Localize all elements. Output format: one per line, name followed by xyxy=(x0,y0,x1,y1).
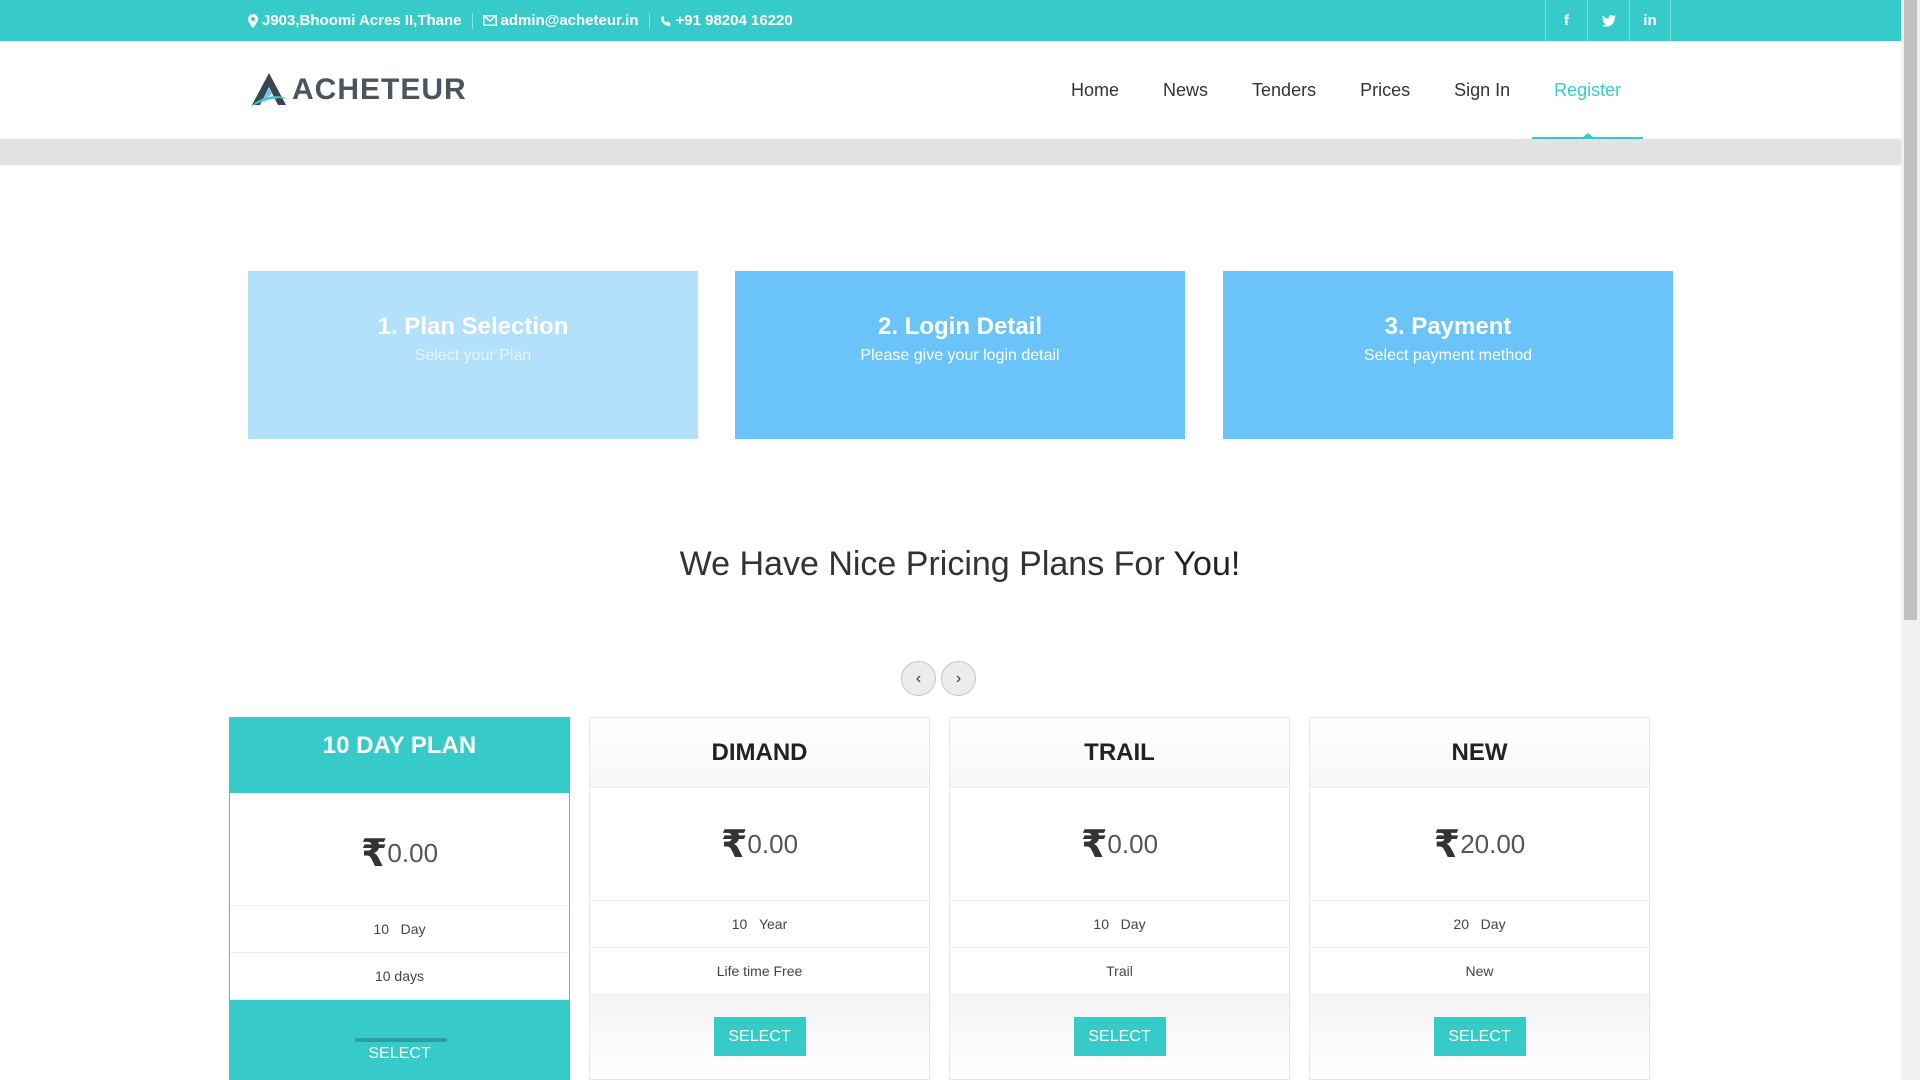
plan-description: Trail xyxy=(950,948,1289,995)
plan-footer: SELECT xyxy=(950,995,1289,1078)
heading-emphasis: You! xyxy=(1173,545,1241,583)
linkedin-icon[interactable]: in xyxy=(1629,0,1671,41)
divider xyxy=(648,12,650,29)
rupee-icon: ₹ xyxy=(720,823,748,866)
duration-unit: Day xyxy=(1120,916,1146,932)
plan-card-10-day: 10 DAY PLAN ₹0.00 10 Day 10 days SELECT xyxy=(229,717,570,1080)
step-title: 3. Payment xyxy=(1384,313,1512,340)
address-text: J903,Bhoomi Acres II,Thane xyxy=(262,12,462,29)
plan-footer: SELECT xyxy=(590,995,929,1078)
plan-duration: 10 Day xyxy=(950,901,1289,948)
price-value: 0.00 xyxy=(1107,828,1159,859)
price-value: 20.00 xyxy=(1460,828,1526,859)
duration-unit: Day xyxy=(400,921,426,937)
logo-text: ACHETEUR xyxy=(292,73,467,106)
plan-price: ₹20.00 xyxy=(1310,788,1649,901)
page-scrollbar[interactable] xyxy=(1901,0,1920,1080)
step-subtitle: Select payment method xyxy=(1363,347,1533,364)
select-button[interactable]: SELECT xyxy=(713,1017,806,1056)
duration-value: 20 xyxy=(1453,916,1469,932)
duration-unit: Day xyxy=(1480,916,1506,932)
plan-footer: SELECT xyxy=(1310,995,1649,1078)
price-value: 0.00 xyxy=(387,837,439,868)
email[interactable]: admin@acheteur.in xyxy=(482,12,639,29)
facebook-icon[interactable]: f xyxy=(1545,0,1587,41)
plan-duration: 20 Day xyxy=(1310,901,1649,948)
select-button[interactable]: SELECT xyxy=(1073,1017,1166,1056)
carousel-controls: ‹ › xyxy=(901,661,976,696)
duration-value: 10 xyxy=(1093,916,1109,932)
main-nav: Home News Tenders Prices Sign In Registe… xyxy=(1049,41,1644,139)
phone-text: +91 98204 16220 xyxy=(675,12,793,29)
plan-card-new: NEW ₹20.00 20 Day New SELECT xyxy=(1309,717,1650,1080)
logo-mark-icon xyxy=(250,73,288,107)
plan-duration: 10 Day xyxy=(230,906,569,953)
duration-unit: Year xyxy=(758,916,788,932)
plan-name: NEW xyxy=(1310,718,1649,788)
plan-name: 10 DAY PLAN xyxy=(230,718,569,793)
plan-description: New xyxy=(1310,948,1649,995)
header-band xyxy=(0,139,1901,165)
plan-name: DIMAND xyxy=(590,718,929,788)
plan-duration: 10 Year xyxy=(590,901,929,948)
carousel-next-button[interactable]: › xyxy=(941,661,976,696)
plan-card-dimand: DIMAND ₹0.00 10 Year Life time Free SELE… xyxy=(589,717,930,1080)
header: ACHETEUR Home News Tenders Prices Sign I… xyxy=(0,41,1901,139)
phone-icon xyxy=(660,15,670,26)
logo[interactable]: ACHETEUR xyxy=(248,71,467,109)
plan-card-trail: TRAIL ₹0.00 10 Day Trail SELECT xyxy=(949,717,1290,1080)
contact-info: J903,Bhoomi Acres II,Thane admin@acheteu… xyxy=(248,0,793,41)
nav-news[interactable]: News xyxy=(1141,41,1230,139)
plan-description: Life time Free xyxy=(590,948,929,995)
nav-home[interactable]: Home xyxy=(1049,41,1141,139)
step-title: 1. Plan Selection xyxy=(377,313,569,340)
duration-value: 10 xyxy=(373,921,389,937)
step-subtitle: Please give your login detail xyxy=(860,347,1060,364)
nav-tenders[interactable]: Tenders xyxy=(1230,41,1338,139)
nav-sign-in[interactable]: Sign In xyxy=(1432,41,1532,139)
email-text: admin@acheteur.in xyxy=(500,12,639,29)
nav-prices[interactable]: Prices xyxy=(1338,41,1432,139)
nav-register[interactable]: Register xyxy=(1532,41,1644,139)
pricing-heading: We Have Nice Pricing Plans For You! xyxy=(0,545,1920,584)
step-subtitle: Select your Plan xyxy=(414,347,532,364)
plan-description: 10 days xyxy=(230,953,569,1000)
plan-price: ₹0.00 xyxy=(590,788,929,901)
step-payment[interactable]: 3. Payment Select payment method xyxy=(1223,271,1673,439)
rupee-icon: ₹ xyxy=(1080,823,1108,866)
social-links: f in xyxy=(1545,0,1671,41)
step-plan-selection[interactable]: 1. Plan Selection Select your Plan xyxy=(248,271,698,439)
rupee-icon: ₹ xyxy=(1433,823,1461,866)
plan-footer: SELECT xyxy=(230,1000,569,1080)
step-login-detail[interactable]: 2. Login Detail Please give your login d… xyxy=(735,271,1185,439)
divider xyxy=(471,12,473,29)
plan-name: TRAIL xyxy=(950,718,1289,788)
heading-text: We Have Nice Pricing Plans For xyxy=(679,545,1174,583)
twitter-icon[interactable] xyxy=(1587,0,1629,41)
carousel-prev-button[interactable]: ‹ xyxy=(901,661,936,696)
select-button[interactable]: SELECT xyxy=(354,1034,446,1073)
scrollbar-thumb[interactable] xyxy=(1904,0,1917,620)
map-marker-icon xyxy=(248,13,258,28)
select-button[interactable]: SELECT xyxy=(1433,1017,1526,1056)
rupee-icon: ₹ xyxy=(360,832,388,875)
step-title: 2. Login Detail xyxy=(877,313,1042,340)
envelope-icon xyxy=(482,15,497,26)
plan-price: ₹0.00 xyxy=(230,793,569,906)
plan-price: ₹0.00 xyxy=(950,788,1289,901)
address: J903,Bhoomi Acres II,Thane xyxy=(248,12,462,29)
duration-value: 10 xyxy=(731,916,748,932)
price-value: 0.00 xyxy=(747,828,799,859)
top-bar: J903,Bhoomi Acres II,Thane admin@acheteu… xyxy=(0,0,1901,41)
phone[interactable]: +91 98204 16220 xyxy=(660,12,793,29)
